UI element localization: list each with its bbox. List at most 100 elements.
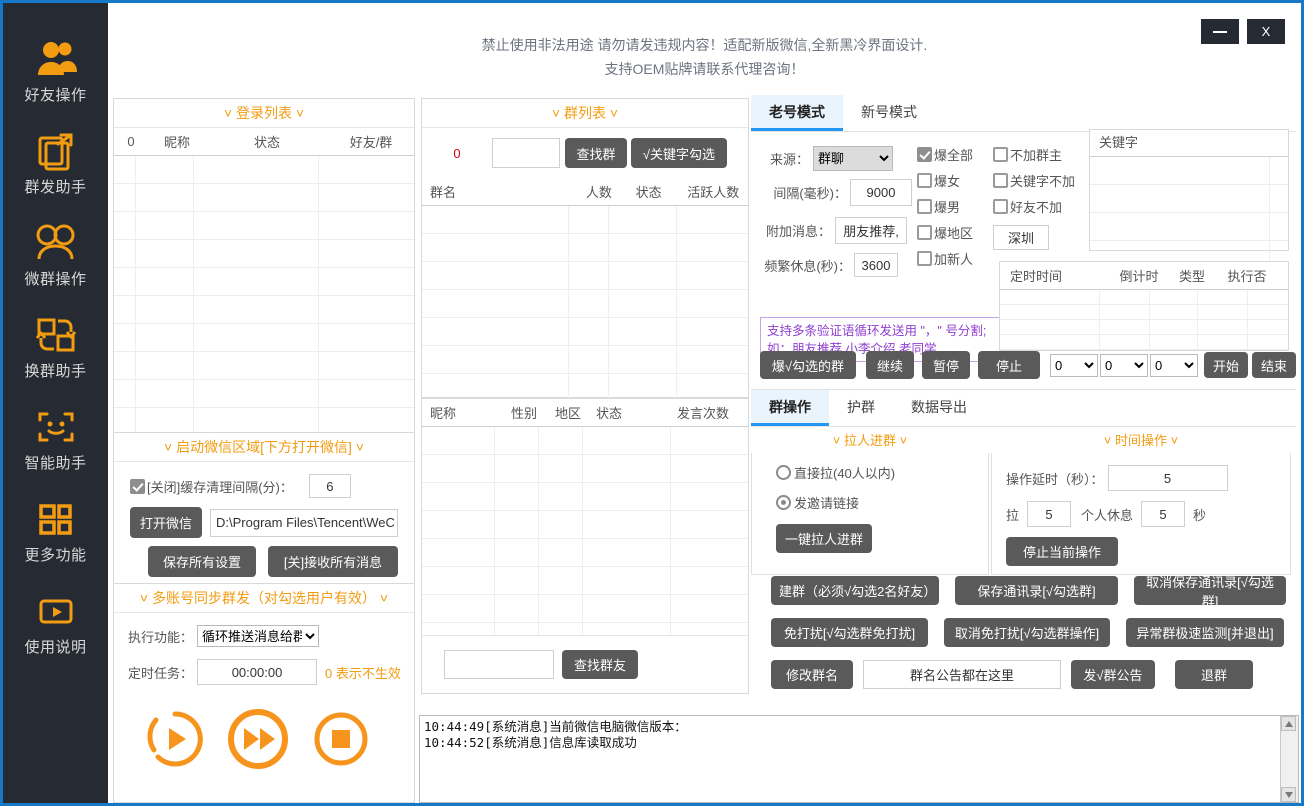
table-row[interactable] — [114, 212, 414, 240]
table-row[interactable] — [1000, 290, 1288, 305]
function-select[interactable]: 循环推送消息给群 — [197, 625, 320, 647]
table-row[interactable] — [1090, 185, 1288, 213]
schedule-body[interactable] — [1000, 290, 1288, 350]
checkbox-skip-owner[interactable]: 不加群主 — [993, 145, 1075, 164]
sidebar-item-friends[interactable]: 好友操作 — [3, 25, 108, 117]
radio-send-invite[interactable]: 发邀请链接 — [776, 493, 988, 512]
modify-group-name-button[interactable]: 修改群名 — [771, 660, 853, 689]
one-click-pull-button[interactable]: 一键拉人进群 — [776, 524, 872, 553]
region-input[interactable] — [993, 225, 1050, 250]
table-row[interactable] — [422, 234, 748, 262]
pull-count-input[interactable] — [1027, 501, 1072, 527]
tab-new-account-mode[interactable]: 新号模式 — [843, 95, 935, 131]
sidebar-item-swap-group[interactable]: 换群助手 — [3, 301, 108, 393]
stop-circle-icon[interactable] — [312, 710, 370, 771]
table-row[interactable] — [1000, 335, 1288, 350]
open-wechat-button[interactable]: 打开微信 — [130, 507, 202, 538]
table-row[interactable] — [114, 240, 414, 268]
second-select[interactable]: 0 — [1150, 353, 1198, 377]
checkbox-skip-friend[interactable]: 好友不加 — [993, 197, 1075, 216]
create-group-button[interactable]: 建群（必须√勾选2名好友） — [771, 576, 939, 605]
cancel-save-contacts-button[interactable]: 取消保存通讯录[√勾选群] — [1134, 575, 1286, 609]
scroll-down-icon[interactable] — [1281, 787, 1296, 802]
table-row[interactable] — [1000, 305, 1288, 320]
table-row[interactable] — [114, 156, 414, 184]
checkbox-add-new[interactable]: 加新人 — [917, 249, 973, 268]
table-row[interactable] — [114, 380, 414, 408]
table-row[interactable] — [114, 268, 414, 296]
send-announcement-button[interactable]: 发√群公告 — [1071, 660, 1155, 689]
table-row[interactable] — [422, 567, 748, 595]
table-row[interactable] — [422, 595, 748, 623]
checkbox-bao-female[interactable]: 爆女 — [917, 171, 973, 190]
radio-direct-pull[interactable]: 直接拉(40人以内) — [776, 463, 988, 482]
table-row[interactable] — [422, 483, 748, 511]
table-row[interactable] — [422, 290, 748, 318]
scheduled-task-input[interactable] — [197, 659, 318, 685]
cancel-do-not-disturb-button[interactable]: 取消免打扰[√勾选群操作] — [944, 618, 1110, 647]
table-row[interactable] — [1090, 213, 1288, 241]
login-list-body[interactable] — [114, 156, 414, 436]
table-row[interactable] — [422, 427, 748, 455]
keyword-check-button[interactable]: √关键字勾选 — [631, 138, 727, 168]
table-row[interactable] — [422, 455, 748, 483]
tab-protect-group[interactable]: 护群 — [829, 390, 893, 426]
minimize-button[interactable] — [1201, 19, 1239, 44]
tab-old-account-mode[interactable]: 老号模式 — [751, 95, 843, 131]
personal-rest-input[interactable] — [1141, 501, 1186, 527]
find-group-button[interactable]: 查找群 — [565, 138, 627, 168]
find-member-button[interactable]: 查找群友 — [562, 650, 638, 679]
checkbox-bao-all[interactable]: 爆全部 — [917, 145, 973, 164]
table-row[interactable] — [422, 262, 748, 290]
save-contacts-button[interactable]: 保存通讯录[√勾选群] — [955, 576, 1118, 605]
tab-group-operation[interactable]: 群操作 — [751, 390, 829, 426]
tab-data-export[interactable]: 数据导出 — [893, 390, 985, 426]
scroll-up-icon[interactable] — [1281, 716, 1296, 731]
cache-interval-input[interactable] — [308, 474, 351, 498]
table-row[interactable] — [422, 511, 748, 539]
extra-message-input[interactable] — [835, 216, 907, 244]
rest-interval-input[interactable] — [854, 253, 898, 277]
wechat-path-input[interactable] — [210, 508, 398, 537]
sidebar-item-group-ops[interactable]: 微群操作 — [3, 209, 108, 301]
checkbox-skip-keyword[interactable]: 关键字不加 — [993, 171, 1075, 190]
do-not-disturb-button[interactable]: 免打扰[√勾选群免打扰] — [771, 618, 928, 647]
abnormal-group-monitor-button[interactable]: 异常群极速监测[并退出] — [1126, 618, 1284, 647]
table-row[interactable] — [114, 324, 414, 352]
cache-clear-checkbox[interactable]: [关闭]缓存清理间隔(分)： — [130, 477, 293, 496]
end-button[interactable]: 结束 — [1252, 352, 1296, 378]
table-row[interactable] — [1000, 320, 1288, 335]
source-select[interactable]: 群聊 — [813, 145, 893, 171]
table-row[interactable] — [114, 184, 414, 212]
blast-selected-groups-button[interactable]: 爆√勾选的群 — [760, 351, 856, 379]
sidebar-item-manual[interactable]: 使用说明 — [3, 577, 108, 669]
hour-select[interactable]: 0 — [1050, 353, 1098, 377]
fast-forward-circle-icon[interactable] — [226, 707, 290, 774]
group-list-body[interactable] — [422, 206, 748, 402]
member-search-input[interactable] — [444, 650, 554, 679]
quit-group-button[interactable]: 退群 — [1175, 660, 1253, 689]
group-announcement-input[interactable] — [863, 660, 1061, 689]
table-row[interactable] — [422, 539, 748, 567]
table-row[interactable] — [422, 318, 748, 346]
operation-delay-input[interactable] — [1107, 465, 1228, 491]
sidebar-item-broadcast[interactable]: 群发助手 — [3, 117, 108, 209]
table-row[interactable] — [422, 346, 748, 374]
pause-button[interactable]: 暂停 — [922, 351, 970, 379]
save-settings-button[interactable]: 保存所有设置 — [148, 546, 256, 577]
start-button[interactable]: 开始 — [1204, 352, 1248, 378]
log-scrollbar[interactable] — [1280, 716, 1298, 802]
table-row[interactable] — [114, 296, 414, 324]
receive-messages-button[interactable]: [关]接收所有消息 — [268, 546, 398, 577]
checkbox-bao-male[interactable]: 爆男 — [917, 197, 973, 216]
table-row[interactable] — [422, 206, 748, 234]
table-row[interactable] — [114, 352, 414, 380]
member-list-body[interactable] — [422, 427, 748, 651]
continue-button[interactable]: 继续 — [866, 351, 914, 379]
sidebar-item-smart[interactable]: 智能助手 — [3, 393, 108, 485]
close-button[interactable]: X — [1247, 19, 1285, 44]
sidebar-item-more[interactable]: 更多功能 — [3, 485, 108, 577]
keyword-list-body[interactable] — [1090, 157, 1288, 269]
minute-select[interactable]: 0 — [1100, 353, 1148, 377]
play-circle-icon[interactable] — [146, 710, 204, 771]
